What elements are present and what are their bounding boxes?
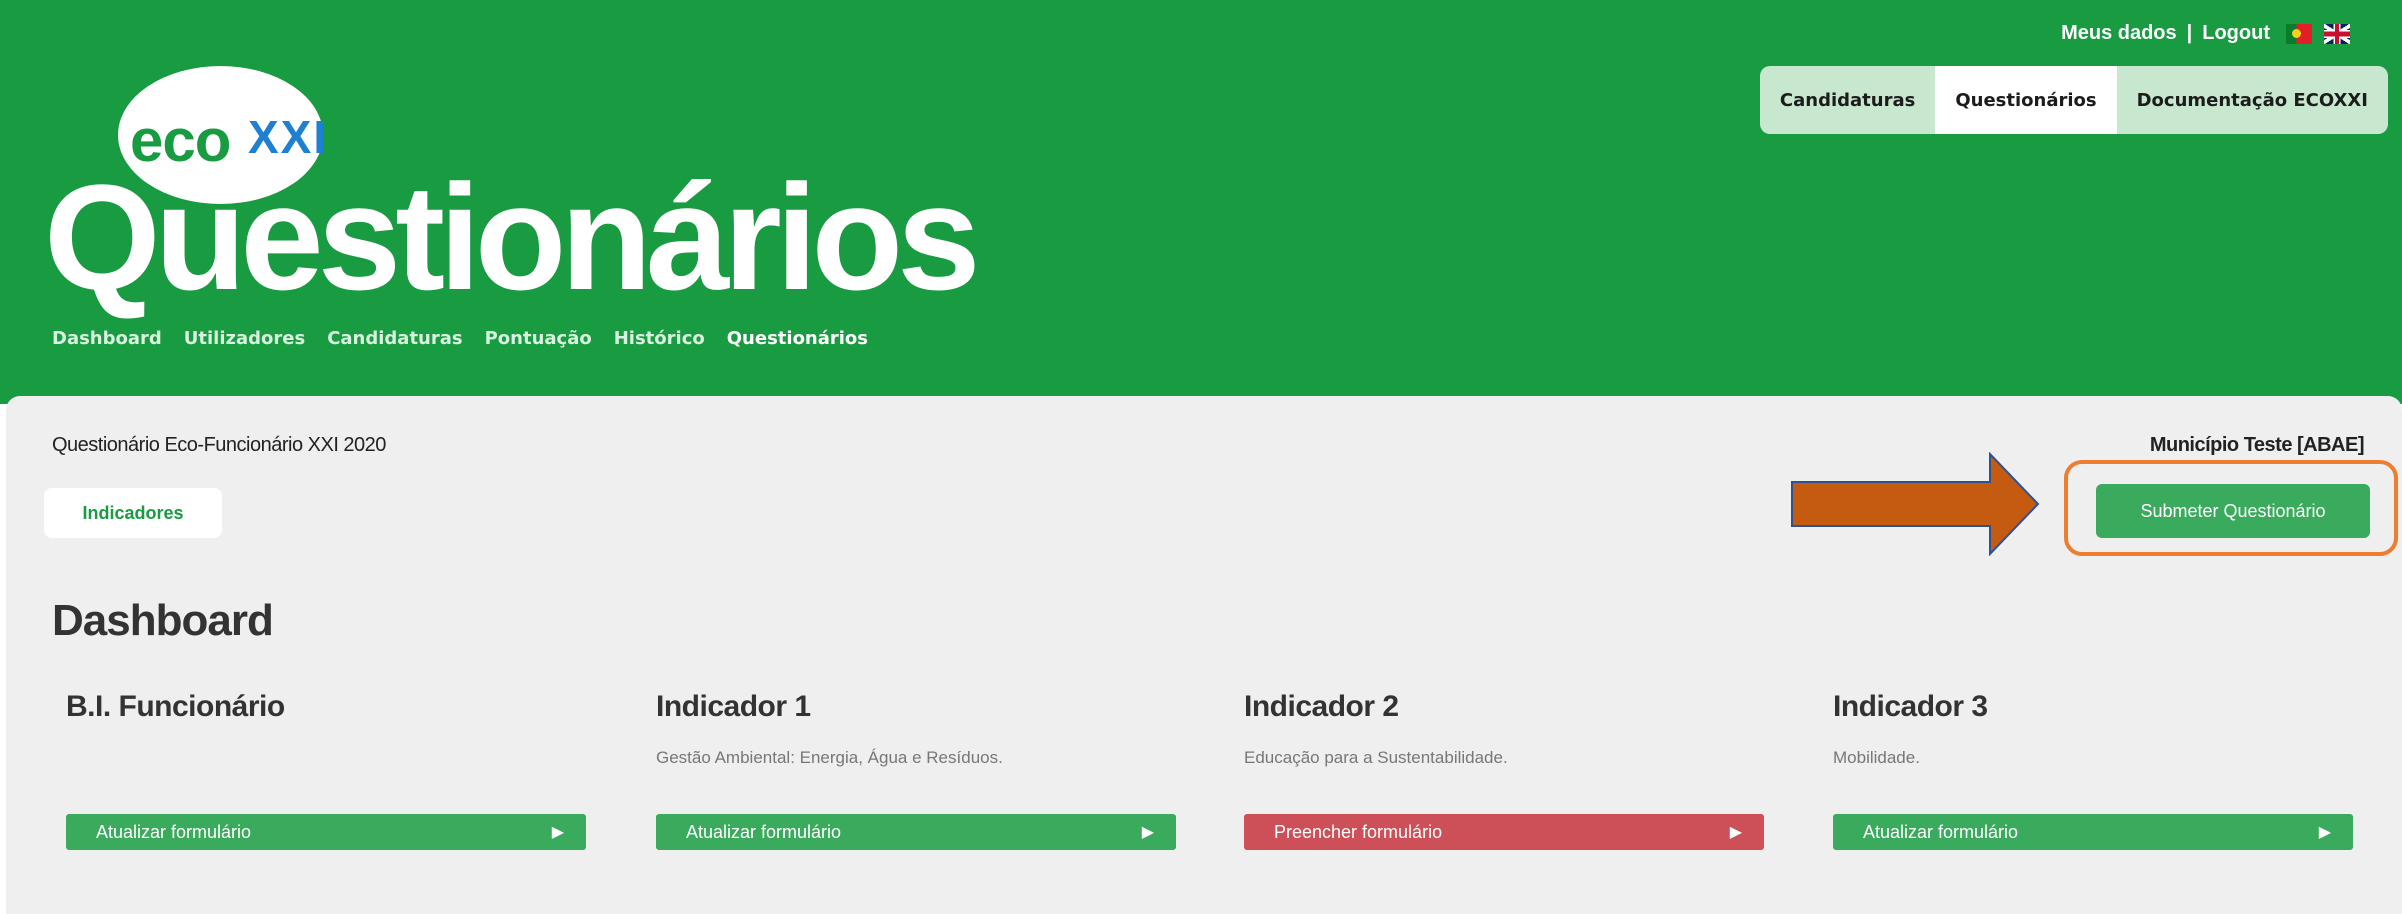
header: Meus dados | Logout Candidaturas Questio… (0, 0, 2402, 404)
card-title: B.I. Funcionário (66, 690, 285, 723)
logout-link[interactable]: Logout (2202, 22, 2270, 45)
update-form-button[interactable]: Atualizar formulário ▶ (66, 814, 586, 850)
nav-dashboard[interactable]: Dashboard (52, 328, 162, 349)
card-description (66, 748, 586, 770)
nav-pontuacao[interactable]: Pontuação (485, 328, 592, 349)
button-label: Preencher formulário (1274, 821, 1443, 842)
user-links: Meus dados | Logout (2061, 22, 2350, 45)
update-form-button[interactable]: Atualizar formulário ▶ (1833, 814, 2353, 850)
card-title: Indicador 3 (1833, 690, 1988, 723)
main-nav: Dashboard Utilizadores Candidaturas Pont… (52, 328, 868, 349)
button-label: Atualizar formulário (1863, 821, 2019, 842)
top-tab-questionarios[interactable]: Questionários (1935, 66, 2117, 134)
card-description: Educação para a Sustentabilidade. (1244, 748, 1508, 767)
card-indicador-2: Indicador 2 Educação para a Sustentabili… (1244, 690, 1764, 850)
top-tab-documentacao[interactable]: Documentação ECOXXI (2117, 66, 2388, 134)
my-data-link[interactable]: Meus dados (2061, 22, 2177, 45)
nav-historico[interactable]: Histórico (614, 328, 705, 349)
nav-utilizadores[interactable]: Utilizadores (184, 328, 305, 349)
card-title: Indicador 2 (1244, 690, 1399, 723)
card-indicador-3: Indicador 3 Mobilidade. Atualizar formul… (1833, 690, 2353, 850)
nav-questionarios[interactable]: Questionários (727, 328, 868, 349)
top-nav: Candidaturas Questionários Documentação … (1759, 66, 2388, 134)
annotation-arrow-icon (1791, 452, 2040, 556)
button-label: Atualizar formulário (96, 821, 252, 842)
card-description: Mobilidade. (1833, 748, 1920, 767)
play-icon: ▶ (1141, 824, 1154, 841)
top-tab-candidaturas[interactable]: Candidaturas (1760, 66, 1935, 134)
play-icon: ▶ (1729, 824, 1742, 841)
play-icon: ▶ (2318, 824, 2331, 841)
municipality-name: Município Teste [ABAE] (2149, 434, 2365, 456)
uk-flag-icon[interactable] (2324, 23, 2350, 44)
questionnaire-title: Questionário Eco-Funcionário XXI 2020 (52, 434, 386, 456)
card-description: Gestão Ambiental: Energia, Água e Resídu… (656, 748, 1003, 767)
nav-candidaturas[interactable]: Candidaturas (327, 328, 462, 349)
page-title: Questionários (44, 153, 981, 321)
update-form-button[interactable]: Atualizar formulário ▶ (656, 814, 1176, 850)
card-bi-funcionario: B.I. Funcionário Atualizar formulário ▶ (66, 690, 586, 850)
pt-flag-icon[interactable] (2286, 23, 2312, 44)
card-indicador-1: Indicador 1 Gestão Ambiental: Energia, Á… (656, 690, 1176, 850)
submit-questionnaire-button[interactable]: Submeter Questionário (2096, 484, 2370, 538)
dashboard-heading: Dashboard (52, 596, 274, 645)
card-title: Indicador 1 (656, 690, 811, 723)
fill-form-button[interactable]: Preencher formulário ▶ (1244, 814, 1764, 850)
link-separator: | (2186, 22, 2193, 44)
play-icon: ▶ (551, 824, 564, 841)
tab-indicadores[interactable]: Indicadores (44, 488, 222, 538)
button-label: Atualizar formulário (686, 821, 842, 842)
